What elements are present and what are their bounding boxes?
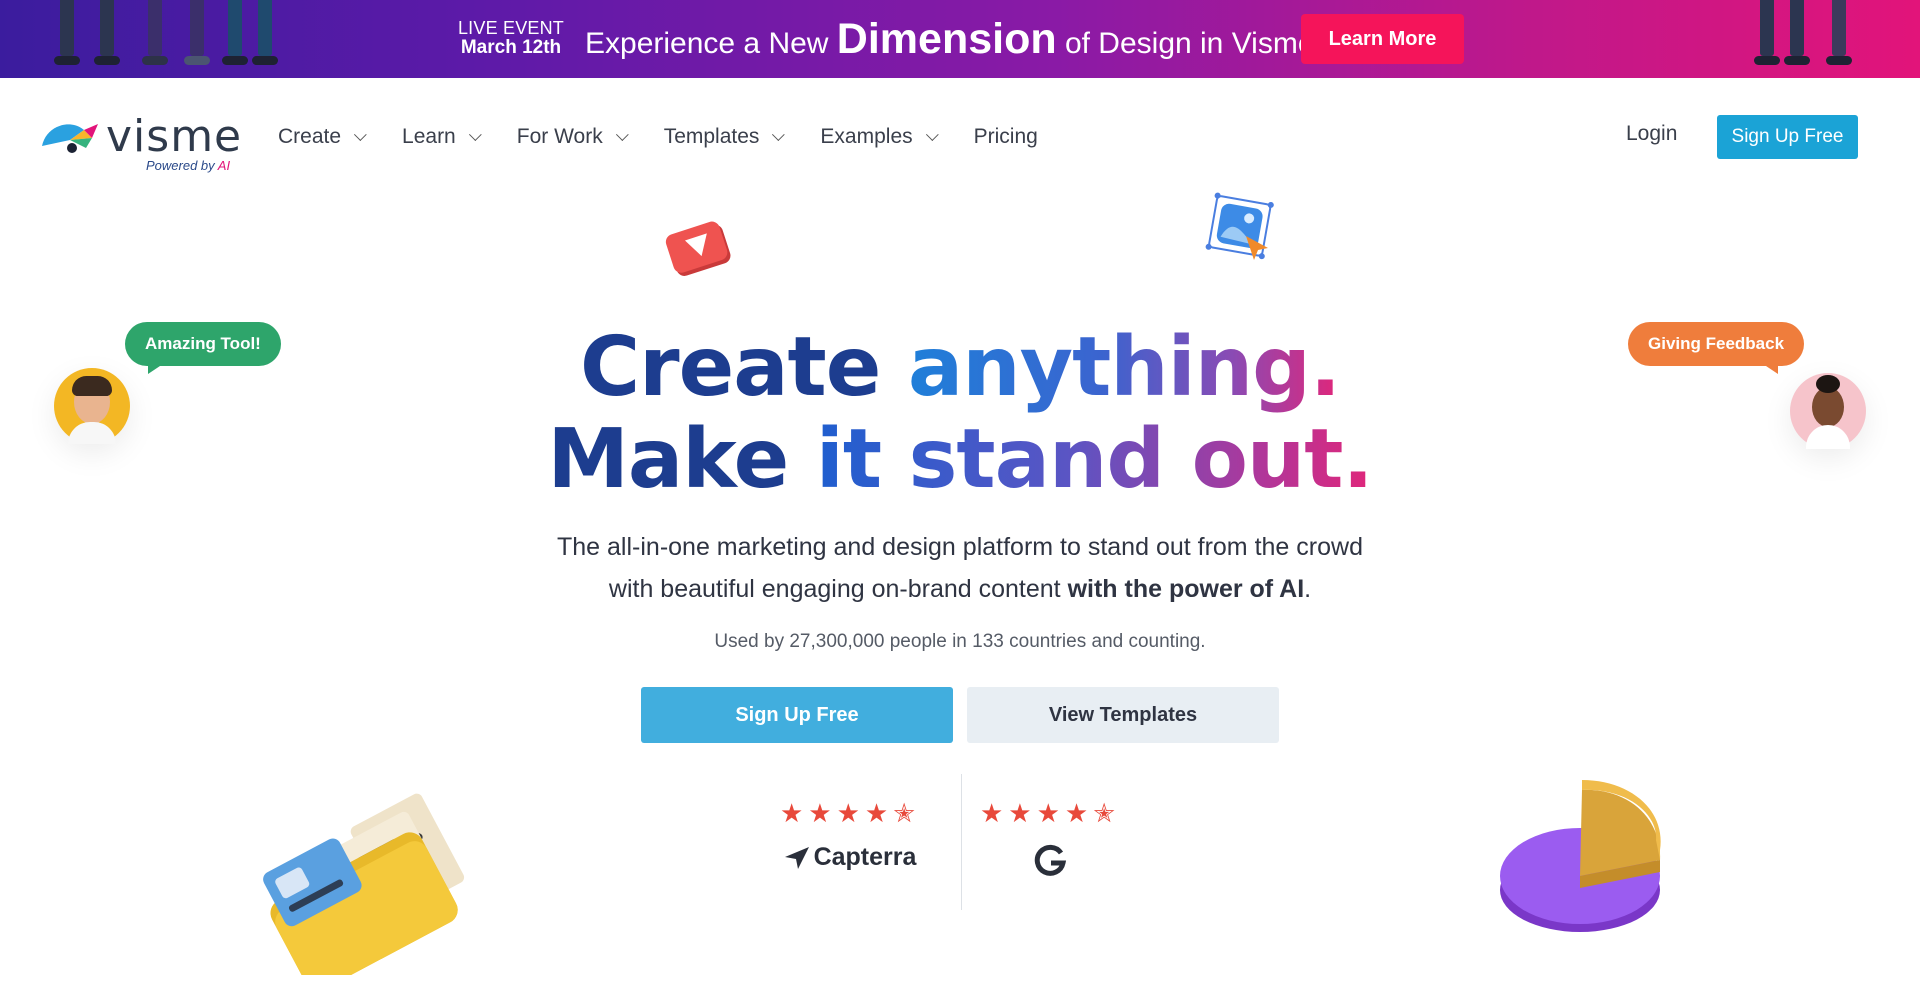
hero-title-line-2: Make it stand out. [547,412,1373,507]
banner-people-illustration-left [30,0,290,78]
nav-item-create[interactable]: Create [278,125,367,149]
half-star-icon: ✭ [893,798,921,828]
live-event-label: LIVE EVENT March 12th [457,18,565,58]
pie-chart-3d-illustration [1500,780,1661,932]
visme-logo[interactable]: visme Powered by AI [40,111,243,174]
chevron-down-icon [468,127,482,141]
promo-banner: LIVE EVENT March 12th Experience a New D… [0,0,1920,78]
login-link[interactable]: Login [1626,122,1677,146]
chevron-down-icon [925,127,939,141]
banner-people-illustration-right [1740,0,1870,78]
star-rating: ★★★★✭ [979,798,1121,828]
g2-logo: G2 [960,843,1140,877]
half-star-icon: ✭ [1093,798,1121,828]
view-templates-button[interactable]: View Templates [967,687,1279,743]
star-rating: ★★★★✭ [779,798,921,828]
folder-documents-illustration [263,793,465,975]
signup-free-button[interactable]: Sign Up Free [641,687,953,743]
nav-item-learn[interactable]: Learn [402,125,482,149]
nav-item-pricing[interactable]: Pricing [974,125,1038,149]
video-play-icon [665,221,731,276]
nav-item-templates[interactable]: Templates [664,125,786,149]
logo-tagline: Powered by AI [146,158,231,173]
signup-button-nav[interactable]: Sign Up Free [1717,115,1858,159]
hero-subtitle: The all-in-one marketing and design plat… [557,533,1363,603]
nav-item-examples[interactable]: Examples [820,125,939,149]
nav-menu: Create Learn For Work Templates Examples… [278,122,1078,152]
chevron-down-icon [772,127,786,141]
banner-headline: Experience a New Dimension of Design in … [585,15,1315,63]
main-navbar: visme Powered by AI Create Learn For Wor… [0,78,1920,196]
capterra-rating[interactable]: ★★★★✭ Capterra [760,798,940,872]
learn-more-button[interactable]: Learn More [1301,14,1464,64]
capterra-arrow-icon [784,846,809,869]
g2-rating[interactable]: ★★★★✭ G2 [960,798,1140,877]
logo-wordmark: visme [106,111,243,162]
hero-title: Create anything. Make it stand out. [0,322,1920,506]
ratings-section: ★★★★✭ Capterra ★★★★✭ G2 [760,774,1160,910]
chevron-down-icon [353,127,367,141]
chevron-down-icon [615,127,629,141]
usage-stat: Used by 27,300,000 people in 133 countri… [714,631,1206,652]
g2-logo-icon [1034,844,1067,876]
nav-item-for-work[interactable]: For Work [517,125,629,149]
visme-logo-icon [42,124,98,153]
capterra-logo: Capterra [760,843,940,872]
image-edit-icon [1205,192,1274,260]
hero-title-line-1: Create anything. [579,320,1341,415]
